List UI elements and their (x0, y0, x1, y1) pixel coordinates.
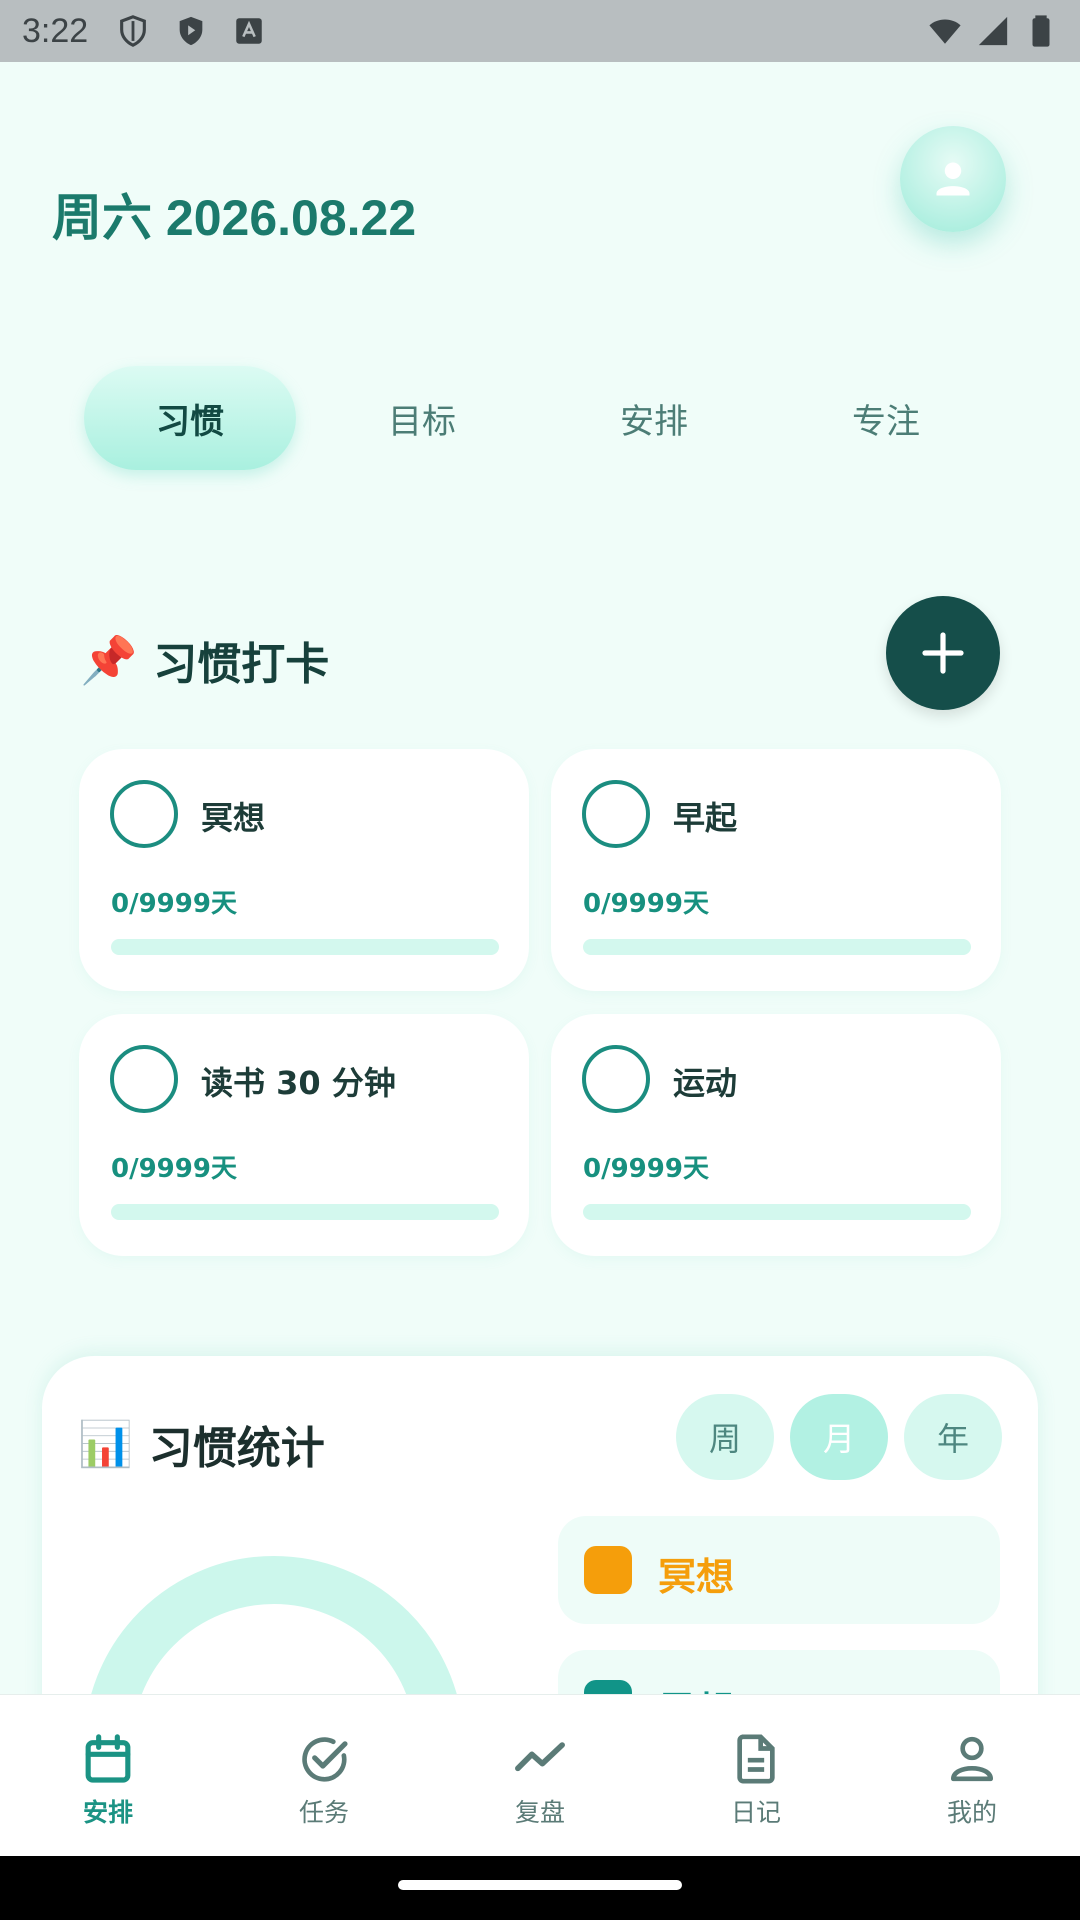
bottom-nav: 安排 任务 复盘 日记 我的 (0, 1694, 1080, 1856)
stats-header: 📊 习惯统计 (78, 1412, 325, 1476)
habit-card-exercise[interactable]: 运动 0/9999天 (551, 1014, 1001, 1256)
habit-progress-text: 0/9999天 (111, 889, 237, 919)
page-title: 周六 2026.08.22 (52, 190, 417, 246)
nav-item-schedule[interactable]: 安排 (0, 1695, 216, 1857)
habit-progress-text: 0/9999天 (583, 889, 709, 919)
document-icon (728, 1731, 784, 1787)
wifi-icon (928, 14, 962, 48)
period-week-button[interactable]: 周 (676, 1394, 774, 1480)
avatar-button[interactable] (900, 126, 1006, 232)
period-year-button[interactable]: 年 (904, 1394, 1002, 1480)
period-month-button[interactable]: 月 (790, 1394, 888, 1480)
system-gesture-bar (0, 1856, 1080, 1920)
habit-progress-bar (583, 1204, 971, 1220)
habit-progress-text: 0/9999天 (583, 1154, 709, 1184)
habit-card-meditation[interactable]: 冥想 0/9999天 (79, 749, 529, 991)
habit-progress-bar (111, 1204, 499, 1220)
tab-schedule[interactable]: 安排 (548, 366, 760, 470)
pin-icon: 📌 (80, 632, 138, 687)
nav-item-review[interactable]: 复盘 (432, 1695, 648, 1857)
habit-checkbox[interactable] (110, 780, 178, 848)
habit-card-reading[interactable]: 读书 30 分钟 0/9999天 (79, 1014, 529, 1256)
tab-goals[interactable]: 目标 (316, 366, 528, 470)
nav-label: 复盘 (514, 1798, 565, 1827)
habit-checkbox[interactable] (110, 1045, 178, 1113)
habit-card-early-rise[interactable]: 早起 0/9999天 (551, 749, 1001, 991)
nav-label: 我的 (946, 1798, 997, 1827)
home-gesture-handle[interactable] (398, 1880, 682, 1890)
keyboard-a-icon (232, 14, 266, 48)
legend-swatch (584, 1546, 632, 1594)
battery-icon (1024, 14, 1058, 48)
status-time: 3:22 (22, 11, 89, 50)
tab-focus[interactable]: 专注 (780, 366, 992, 470)
calendar-icon (80, 1731, 136, 1787)
shield-play-icon (174, 14, 208, 48)
nav-item-tasks[interactable]: 任务 (216, 1695, 432, 1857)
nav-label: 日记 (730, 1798, 781, 1827)
trend-icon (512, 1731, 568, 1787)
habit-name: 读书 30 分钟 (201, 1064, 396, 1102)
nav-label: 任务 (298, 1798, 349, 1827)
habit-name: 冥想 (201, 799, 266, 837)
nav-item-diary[interactable]: 日记 (648, 1695, 864, 1857)
person-icon (931, 157, 975, 201)
shield-outline-icon (116, 14, 150, 48)
habits-section-header: 📌 习惯打卡 (80, 628, 329, 692)
habit-checkbox[interactable] (582, 1045, 650, 1113)
bar-chart-icon: 📊 (78, 1419, 133, 1470)
tab-bar: 习惯 目标 安排 专注 (84, 366, 1044, 470)
signal-icon (976, 14, 1010, 48)
check-circle-icon (296, 1731, 352, 1787)
habit-progress-text: 0/9999天 (111, 1154, 237, 1184)
legend-label: 冥想 (658, 1555, 735, 1599)
habit-name: 运动 (673, 1064, 738, 1102)
habit-progress-bar (583, 939, 971, 955)
nav-label: 安排 (82, 1798, 133, 1827)
tab-habits[interactable]: 习惯 (84, 366, 296, 470)
habit-checkbox[interactable] (582, 780, 650, 848)
person-icon (944, 1731, 1000, 1787)
stats-title: 习惯统计 (148, 1423, 325, 1474)
nav-item-profile[interactable]: 我的 (864, 1695, 1080, 1857)
section-title: 习惯打卡 (153, 639, 330, 690)
habit-progress-bar (111, 939, 499, 955)
status-bar: 3:22 (0, 0, 1080, 62)
add-habit-button[interactable] (886, 596, 1000, 710)
legend-item-meditation: 冥想 (558, 1516, 1000, 1624)
plus-icon (919, 629, 967, 677)
habit-name: 早起 (673, 799, 738, 837)
